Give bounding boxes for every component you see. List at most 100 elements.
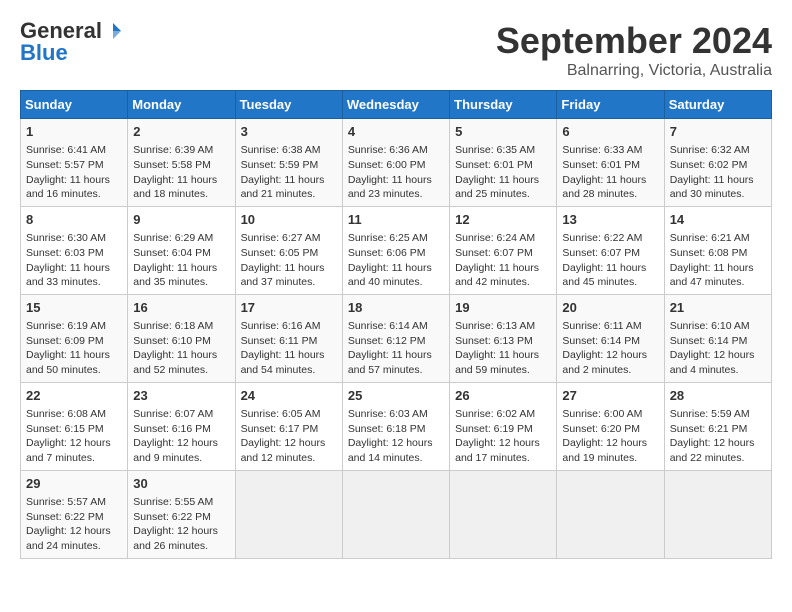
day-number: 14 [670, 211, 766, 229]
day-number: 29 [26, 475, 122, 493]
day-info-line: Sunrise: 6:41 AM [26, 143, 122, 158]
weekday-header-thursday: Thursday [450, 91, 557, 119]
calendar-week-row: 22Sunrise: 6:08 AMSunset: 6:15 PMDayligh… [21, 382, 772, 470]
day-info-line: Sunset: 6:06 PM [348, 246, 444, 261]
day-info-line: Daylight: 12 hours [455, 436, 551, 451]
day-info-line: Daylight: 11 hours [348, 261, 444, 276]
day-info-line: Sunset: 6:01 PM [562, 158, 658, 173]
calendar-cell: 19Sunrise: 6:13 AMSunset: 6:13 PMDayligh… [450, 294, 557, 382]
day-info-line: Sunset: 6:14 PM [670, 334, 766, 349]
day-info-line: Sunrise: 6:30 AM [26, 231, 122, 246]
logo-blue-text: Blue [20, 42, 68, 64]
day-info-line: Daylight: 11 hours [133, 261, 229, 276]
day-info-line: Sunrise: 6:32 AM [670, 143, 766, 158]
calendar-cell: 12Sunrise: 6:24 AMSunset: 6:07 PMDayligh… [450, 206, 557, 294]
calendar-cell: 20Sunrise: 6:11 AMSunset: 6:14 PMDayligh… [557, 294, 664, 382]
day-number: 27 [562, 387, 658, 405]
location-title: Balnarring, Victoria, Australia [496, 62, 772, 80]
day-number: 19 [455, 299, 551, 317]
calendar-cell: 2Sunrise: 6:39 AMSunset: 5:58 PMDaylight… [128, 119, 235, 207]
calendar-cell: 26Sunrise: 6:02 AMSunset: 6:19 PMDayligh… [450, 382, 557, 470]
day-info-line: and 14 minutes. [348, 451, 444, 466]
day-info-line: and 30 minutes. [670, 187, 766, 202]
weekday-header-friday: Friday [557, 91, 664, 119]
day-info-line: Daylight: 11 hours [26, 261, 122, 276]
day-info-line: and 47 minutes. [670, 275, 766, 290]
calendar-cell [235, 470, 342, 558]
day-info-line: Sunset: 6:19 PM [455, 422, 551, 437]
day-info-line: Sunrise: 6:10 AM [670, 319, 766, 334]
day-info-line: Sunset: 6:21 PM [670, 422, 766, 437]
day-info-line: Sunset: 6:16 PM [133, 422, 229, 437]
day-info-line: Sunrise: 6:25 AM [348, 231, 444, 246]
calendar-week-row: 29Sunrise: 5:57 AMSunset: 6:22 PMDayligh… [21, 470, 772, 558]
day-info-line: Daylight: 11 hours [455, 173, 551, 188]
day-info-line: Sunrise: 6:07 AM [133, 407, 229, 422]
day-number: 2 [133, 123, 229, 141]
day-info-line: Daylight: 11 hours [133, 348, 229, 363]
day-info-line: and 28 minutes. [562, 187, 658, 202]
day-info-line: Daylight: 11 hours [241, 348, 337, 363]
day-info-line: and 37 minutes. [241, 275, 337, 290]
day-info-line: Sunrise: 6:35 AM [455, 143, 551, 158]
title-block: September 2024 Balnarring, Victoria, Aus… [496, 20, 772, 80]
day-info-line: Daylight: 12 hours [670, 436, 766, 451]
day-info-line: Daylight: 12 hours [562, 348, 658, 363]
page-header: General Blue September 2024 Balnarring, … [20, 20, 772, 80]
day-info-line: Sunset: 6:20 PM [562, 422, 658, 437]
day-number: 1 [26, 123, 122, 141]
day-info-line: and 18 minutes. [133, 187, 229, 202]
day-info-line: Daylight: 11 hours [348, 173, 444, 188]
day-number: 30 [133, 475, 229, 493]
day-number: 23 [133, 387, 229, 405]
calendar-table: SundayMondayTuesdayWednesdayThursdayFrid… [20, 90, 772, 559]
calendar-cell: 3Sunrise: 6:38 AMSunset: 5:59 PMDaylight… [235, 119, 342, 207]
day-info-line: Sunrise: 6:36 AM [348, 143, 444, 158]
day-number: 3 [241, 123, 337, 141]
day-number: 7 [670, 123, 766, 141]
weekday-header-sunday: Sunday [21, 91, 128, 119]
weekday-header-monday: Monday [128, 91, 235, 119]
day-info-line: Sunrise: 6:33 AM [562, 143, 658, 158]
calendar-week-row: 8Sunrise: 6:30 AMSunset: 6:03 PMDaylight… [21, 206, 772, 294]
month-title: September 2024 [496, 20, 772, 62]
day-info-line: Sunrise: 6:08 AM [26, 407, 122, 422]
day-info-line: Sunrise: 6:27 AM [241, 231, 337, 246]
day-info-line: Daylight: 11 hours [455, 261, 551, 276]
day-number: 9 [133, 211, 229, 229]
day-info-line: Sunset: 6:17 PM [241, 422, 337, 437]
calendar-cell: 8 Sunrise: 6:30 AMSunset: 6:03 PMDaylight… [21, 206, 128, 294]
day-info-line: Daylight: 12 hours [26, 436, 122, 451]
day-info-line: and 2 minutes. [562, 363, 658, 378]
day-info-line: and 7 minutes. [26, 451, 122, 466]
day-info-line: Sunset: 6:07 PM [562, 246, 658, 261]
day-info-line: and 40 minutes. [348, 275, 444, 290]
day-number: 12 [455, 211, 551, 229]
weekday-header-tuesday: Tuesday [235, 91, 342, 119]
weekday-header-row: SundayMondayTuesdayWednesdayThursdayFrid… [21, 91, 772, 119]
day-info-line: Sunset: 6:03 PM [26, 246, 122, 261]
calendar-cell: 28Sunrise: 5:59 AMSunset: 6:21 PMDayligh… [664, 382, 771, 470]
day-info-line: and 54 minutes. [241, 363, 337, 378]
logo-general-text: General [20, 20, 102, 42]
day-info-line: and 33 minutes. [26, 275, 122, 290]
day-number: 22 [26, 387, 122, 405]
day-number: 15 [26, 299, 122, 317]
calendar-cell: 13Sunrise: 6:22 AMSunset: 6:07 PMDayligh… [557, 206, 664, 294]
day-info-line: Sunrise: 5:59 AM [670, 407, 766, 422]
day-info-line: Sunset: 6:14 PM [562, 334, 658, 349]
day-number: 8 [26, 211, 122, 229]
day-info-line: Sunset: 5:57 PM [26, 158, 122, 173]
day-info-line: Daylight: 11 hours [670, 173, 766, 188]
day-info-line: Sunset: 6:22 PM [133, 510, 229, 525]
calendar-cell: 7Sunrise: 6:32 AMSunset: 6:02 PMDaylight… [664, 119, 771, 207]
day-info-line: Sunset: 6:10 PM [133, 334, 229, 349]
day-number: 25 [348, 387, 444, 405]
day-info-line: and 59 minutes. [455, 363, 551, 378]
weekday-header-wednesday: Wednesday [342, 91, 449, 119]
calendar-cell: 14Sunrise: 6:21 AMSunset: 6:08 PMDayligh… [664, 206, 771, 294]
calendar-cell: 17Sunrise: 6:16 AMSunset: 6:11 PMDayligh… [235, 294, 342, 382]
day-info-line: Daylight: 11 hours [26, 173, 122, 188]
day-info-line: Daylight: 11 hours [562, 173, 658, 188]
day-info-line: Sunset: 5:59 PM [241, 158, 337, 173]
